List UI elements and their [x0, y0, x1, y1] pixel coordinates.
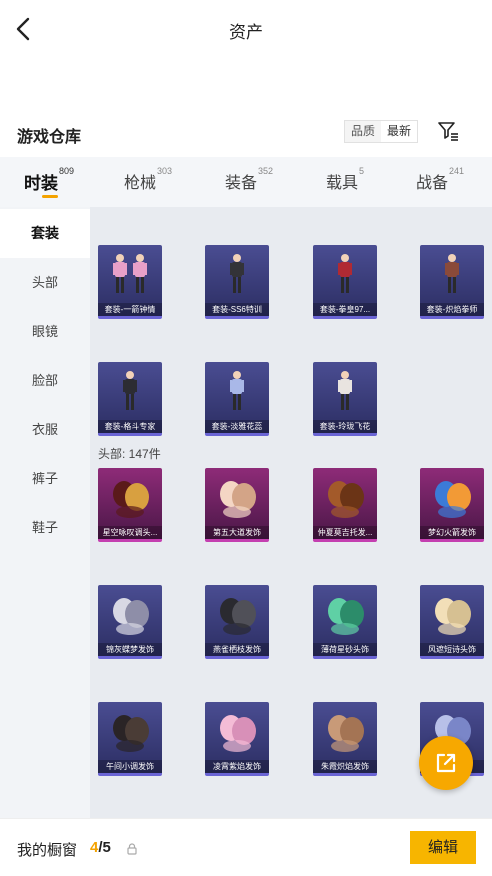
head-item-name: 风遮短诗头饰 — [420, 643, 484, 656]
suit-card[interactable]: 套装-拳皇97... — [313, 245, 377, 319]
head-item-thumbnail — [113, 598, 149, 635]
top-bar: 资产 — [0, 0, 492, 58]
sidebar-item-shoes[interactable]: 鞋子 — [0, 503, 90, 552]
head-group-label: 头部: 147件 — [98, 447, 161, 461]
tab-guns[interactable]: 枪械303 — [124, 166, 173, 193]
tab-vehicles[interactable]: 载具5 — [326, 166, 365, 193]
showcase-bar: 我的橱窗 4/5 编辑 — [0, 818, 492, 876]
tab-label: 时装 — [24, 174, 58, 193]
sidebar-item-glasses[interactable]: 眼镜 — [0, 307, 90, 356]
suit-name: 套装-一箭钟情 — [98, 303, 162, 316]
showcase-count: 4/5 — [90, 839, 111, 856]
suit-card[interactable]: 套装-炽焰拳师 — [420, 245, 484, 319]
showcase-label: 我的橱窗 — [17, 842, 78, 859]
head-item-name: 锦灰蝶梦发饰 — [98, 643, 162, 656]
edit-button[interactable]: 编辑 — [410, 831, 476, 864]
head-item-thumbnail — [113, 481, 149, 518]
suit-thumbnail — [445, 254, 459, 293]
head-item-card[interactable]: 梦幻火箭发饰 — [420, 468, 484, 542]
tab-label: 装备 — [225, 175, 258, 192]
head-item-card[interactable]: 风遮短诗头饰 — [420, 585, 484, 659]
head-item-name: 凌霄紫焰发饰 — [205, 760, 269, 773]
head-item-thumbnail — [113, 715, 149, 752]
tab-count: 809 — [59, 166, 75, 176]
suit-thumbnail — [230, 254, 244, 293]
suit-thumbnail — [338, 254, 352, 293]
page-title: 资产 — [229, 23, 263, 42]
tab-count: 241 — [449, 166, 465, 176]
tab-supplies[interactable]: 战备241 — [416, 166, 465, 193]
suit-name: 套装-格斗专家 — [98, 420, 162, 433]
suit-name: 套装-SS6特训 — [205, 303, 269, 316]
head-item-name: 燕雀栖枝发饰 — [205, 643, 269, 656]
head-item-name: 朱霞炽焰发饰 — [313, 760, 377, 773]
head-item-name: 薄荷星砂头饰 — [313, 643, 377, 656]
head-item-thumbnail — [328, 598, 364, 635]
showcase-total: 5 — [102, 839, 111, 856]
suit-card[interactable]: 套装-一箭钟情 — [98, 245, 162, 319]
warehouse-header: 游戏仓库 品质 最新 — [0, 118, 492, 148]
head-item-card[interactable]: 燕雀栖枝发饰 — [205, 585, 269, 659]
head-item-card[interactable]: 第五大道发饰 — [205, 468, 269, 542]
suit-card[interactable]: 套装-玲珑飞花 — [313, 362, 377, 436]
suit-name: 套装-炽焰拳师 — [420, 303, 484, 316]
suit-name: 套装-拳皇97... — [313, 303, 377, 316]
tab-label: 载具 — [326, 175, 359, 192]
tab-count: 5 — [359, 166, 365, 176]
suit-thumbnail — [123, 371, 137, 410]
sidebar-item-face[interactable]: 脸部 — [0, 356, 90, 405]
sort-toggle: 品质 最新 — [344, 120, 419, 143]
head-item-thumbnail — [435, 481, 471, 518]
sidebar-item-clothes[interactable]: 衣服 — [0, 405, 90, 454]
sort-quality-button[interactable]: 品质 — [345, 121, 381, 142]
external-link-icon — [436, 753, 456, 773]
head-item-name: 午间小调发饰 — [98, 760, 162, 773]
suit-card[interactable]: 套装-淡雅花蕊 — [205, 362, 269, 436]
tab-equipment[interactable]: 装备352 — [225, 166, 274, 193]
head-item-thumbnail — [328, 715, 364, 752]
head-item-card[interactable]: 凌霄紫焰发饰 — [205, 702, 269, 776]
sidebar-item-pants[interactable]: 裤子 — [0, 454, 90, 503]
tab-label: 枪械 — [124, 175, 157, 192]
head-item-thumbnail — [328, 481, 364, 518]
filter-icon — [438, 122, 458, 141]
head-item-name: 梦幻火箭发饰 — [420, 526, 484, 539]
suit-name: 套装-玲珑飞花 — [313, 420, 377, 433]
sidebar-item-suits[interactable]: 套装 — [0, 209, 90, 258]
head-item-thumbnail — [220, 598, 256, 635]
head-item-thumbnail — [220, 481, 256, 518]
tab-count: 303 — [157, 166, 173, 176]
filter-button[interactable] — [437, 120, 459, 142]
share-button[interactable] — [419, 736, 473, 790]
suit-thumbnail — [113, 254, 147, 293]
head-item-name: 星空咏叹调头... — [98, 526, 162, 539]
head-item-card[interactable]: 仲夏莫吉托发... — [313, 468, 377, 542]
head-item-card[interactable]: 薄荷星砂头饰 — [313, 585, 377, 659]
suit-name: 套装-淡雅花蕊 — [205, 420, 269, 433]
lock-icon — [127, 843, 137, 855]
head-item-card[interactable]: 午间小调发饰 — [98, 702, 162, 776]
head-item-card[interactable]: 星空咏叹调头... — [98, 468, 162, 542]
active-tab-indicator — [42, 195, 58, 198]
suit-thumbnail — [230, 371, 244, 410]
tab-label: 战备 — [416, 175, 449, 192]
head-item-name: 第五大道发饰 — [205, 526, 269, 539]
section-title: 游戏仓库 — [17, 129, 82, 146]
head-item-name: 仲夏莫吉托发... — [313, 526, 377, 539]
category-tabs: 时装809 枪械303 装备352 载具5 战备241 — [0, 157, 492, 207]
head-item-card[interactable]: 朱霞炽焰发饰 — [313, 702, 377, 776]
tab-fashion[interactable]: 时装809 — [24, 166, 75, 194]
suit-card[interactable]: 套装-格斗专家 — [98, 362, 162, 436]
tab-count: 352 — [258, 166, 274, 176]
sidebar: 套装 头部 眼镜 脸部 衣服 裤子 鞋子 — [0, 207, 90, 818]
head-item-card[interactable]: 锦灰蝶梦发饰 — [98, 585, 162, 659]
head-item-thumbnail — [220, 715, 256, 752]
suit-card[interactable]: 套装-SS6特训 — [205, 245, 269, 319]
head-item-thumbnail — [435, 598, 471, 635]
sidebar-item-head[interactable]: 头部 — [0, 258, 90, 307]
item-grid: 套装-一箭钟情 套装-SS6特训 套装-拳皇97... 套装-炽焰拳师 套装-格… — [90, 207, 492, 818]
sort-newest-button[interactable]: 最新 — [381, 121, 418, 142]
suit-thumbnail — [338, 371, 352, 410]
